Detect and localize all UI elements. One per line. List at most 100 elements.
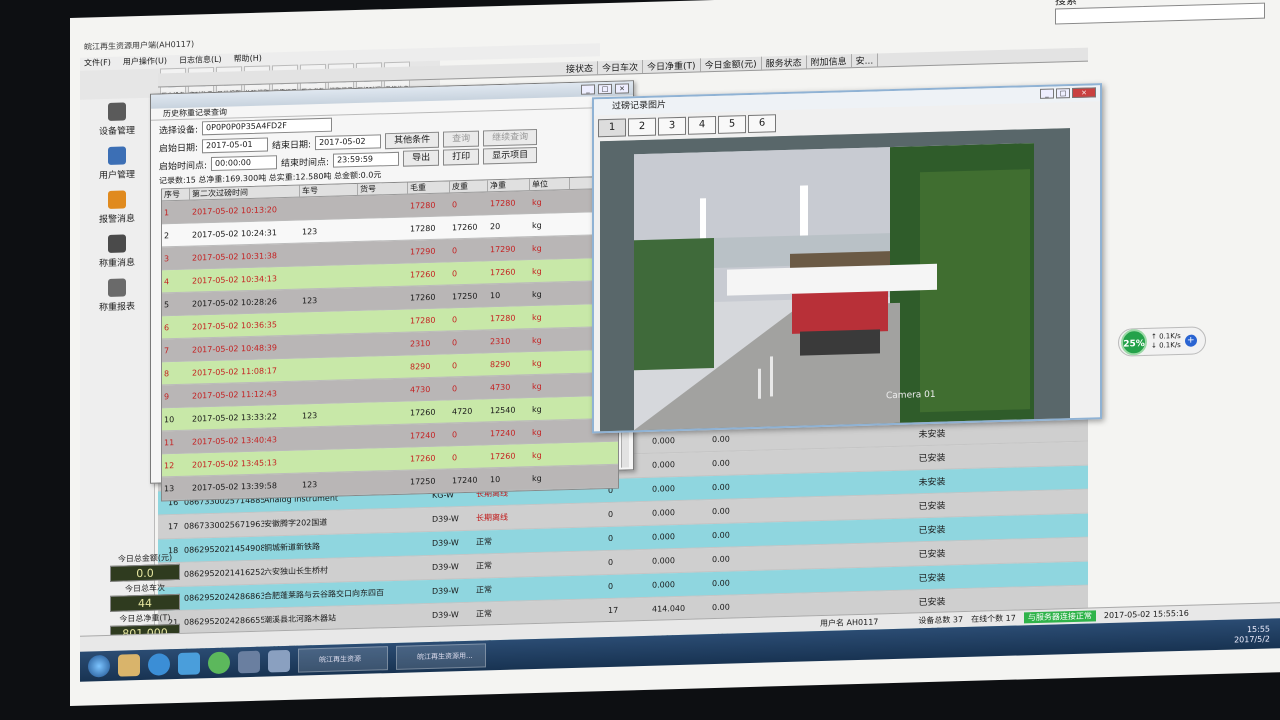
device-cell-weight: 0.000 (652, 508, 675, 518)
maximize-button[interactable]: □ (1056, 88, 1070, 99)
device-cell-weight: 0.000 (652, 580, 675, 590)
history-cell-cargo (358, 367, 408, 368)
print-button[interactable]: 打印 (443, 148, 480, 166)
history-header-7[interactable]: 单位 (530, 178, 570, 191)
app-icon[interactable] (178, 652, 200, 675)
menu-item-1[interactable]: 用户操作(U) (123, 55, 167, 69)
device-cell-model: D39-W (432, 562, 459, 572)
history-cell-unit: kg (532, 381, 542, 391)
history-header-3[interactable]: 货号 (358, 182, 408, 195)
history-cell-net: 8290 (490, 359, 511, 369)
close-button[interactable]: × (615, 83, 629, 94)
device-header-1[interactable]: 今日车次 (598, 59, 644, 75)
camera-tab-6[interactable]: 6 (748, 114, 776, 134)
device-header-4[interactable]: 服务状态 (761, 55, 807, 70)
history-cell-no: 5 (164, 299, 170, 309)
nav-label: 报警消息 (98, 214, 135, 226)
history-cell-tare: 0 (452, 452, 458, 462)
money-value: 0.0 (110, 563, 180, 582)
history-cell-net: 17260 (490, 451, 516, 461)
history-table: 序号 第二次过磅时间 车号 货号 毛重 皮重 净重 单位 1 2017-05-02 10:13:… (161, 175, 619, 502)
camera-tab-1[interactable]: 1 (598, 118, 626, 138)
device-cell-weight: 0.000 (652, 484, 675, 494)
display-items-button[interactable]: 显示项目 (483, 146, 538, 165)
start-time-label: 启始时间点: (159, 160, 208, 173)
window-icon[interactable] (268, 649, 290, 673)
media-icon[interactable] (238, 650, 260, 674)
explorer-icon[interactable] (118, 654, 140, 677)
history-cell-tare: 0 (452, 360, 458, 370)
start-time-field[interactable]: 00:00:00 (211, 155, 278, 172)
history-cell-unit: kg (532, 427, 542, 437)
nav-item-1[interactable]: 用户管理 (80, 142, 154, 188)
device-header-0[interactable]: 接状态 (562, 61, 599, 76)
device-cell-install: 已安装 (918, 597, 946, 609)
menu-item-0[interactable]: 文件(F) (84, 57, 111, 71)
device-header-2[interactable]: 今日净重(T) (643, 58, 701, 73)
nav-item-0[interactable]: 设备管理 (80, 98, 154, 144)
camera-tab-5[interactable]: 5 (718, 115, 746, 134)
history-cell-gross: 17260 (410, 269, 436, 280)
camera-label: Camera 01 (886, 389, 936, 402)
device-header-6[interactable]: 安... (851, 53, 879, 68)
history-cell-unit: kg (532, 243, 542, 253)
start-date-field[interactable]: 2017-05-01 (202, 137, 269, 154)
history-header-6[interactable]: 净重 (488, 179, 530, 192)
history-cell-time: 2017-05-02 10:48:39 (192, 342, 277, 355)
export-button[interactable]: 导出 (403, 149, 440, 167)
device-header-5[interactable]: 附加信息 (806, 54, 852, 69)
plus-icon[interactable]: + (1184, 334, 1197, 347)
history-cell-net: 10 (490, 290, 501, 300)
camera-tab-2[interactable]: 2 (628, 117, 656, 137)
history-cell-time: 2017-05-02 10:28:26 (192, 296, 277, 309)
history-header-0[interactable]: 序号 (162, 188, 190, 201)
history-cell-cargo (358, 459, 408, 460)
menu-item-3[interactable]: 帮助(H) (234, 53, 262, 67)
maximize-button[interactable]: □ (598, 83, 612, 95)
taskbar-item-app1[interactable]: 皖江再生资源 (298, 646, 388, 673)
minimize-button[interactable]: _ (581, 84, 595, 95)
end-time-label: 结束时间点: (281, 157, 330, 169)
chat-icon[interactable] (208, 651, 230, 675)
history-cell-gross: 17260 (410, 453, 436, 464)
menu-item-2[interactable]: 日志信息(L) (179, 54, 222, 68)
end-date-field[interactable]: 2017-05-02 (315, 134, 382, 151)
history-cell-tare: 17240 (452, 475, 478, 485)
camera-tab-4[interactable]: 4 (688, 115, 716, 135)
query-button[interactable]: 查询 (443, 130, 480, 148)
nav-item-3[interactable]: 称重消息 (80, 230, 154, 276)
camera-tab-3[interactable]: 3 (658, 116, 686, 136)
nav-item-2[interactable]: 报警消息 (80, 186, 154, 232)
start-button-icon[interactable] (88, 654, 110, 678)
history-cell-gross: 17290 (410, 246, 436, 257)
history-cell-no: 2 (164, 230, 170, 240)
history-cell-no: 7 (164, 345, 170, 355)
device-select[interactable]: 0P0P0P0P35A4FD2F (202, 117, 333, 136)
minimize-button[interactable]: _ (1040, 88, 1054, 99)
history-cell-net: 17240 (490, 428, 516, 438)
search-input[interactable] (1055, 2, 1265, 25)
history-cell-gross: 17240 (410, 430, 436, 441)
history-header-4[interactable]: 毛重 (408, 181, 450, 194)
close-button[interactable]: × (1072, 87, 1096, 99)
device-cell-money: 0.00 (712, 554, 730, 565)
browser-icon[interactable] (148, 653, 170, 676)
history-header-5[interactable]: 皮重 (450, 180, 488, 193)
device-header-3[interactable]: 今日金额(元) (700, 56, 762, 72)
weighing-image-window: 过磅记录图片 _ □ × 123456 Camera 01 (592, 83, 1102, 434)
network-widget[interactable]: 25% ↑ 0.1K/s ↓ 0.1K/s + (1118, 326, 1206, 357)
history-cell-time: 2017-05-02 13:39:58 (192, 480, 277, 493)
device-cell-count: 0 (608, 557, 614, 567)
device-cell-id: 0862952021416252 (184, 567, 264, 579)
history-cell-gross: 4730 (410, 384, 431, 395)
history-header-2[interactable]: 车号 (300, 183, 358, 197)
taskbar-clock[interactable]: 15:55 2017/5/2 (1234, 624, 1270, 645)
continue-query-button[interactable]: 继续查询 (483, 128, 538, 147)
history-cell-car (300, 368, 358, 370)
trips-value: 44 (110, 593, 180, 612)
device-cell-weight: 414.040 (652, 603, 686, 614)
nav-item-4[interactable]: 称重报表 (80, 274, 154, 320)
other-conditions-button[interactable]: 其他条件 (385, 131, 440, 150)
end-time-field[interactable]: 23:59:59 (333, 151, 400, 168)
taskbar-item-app2[interactable]: 皖江再生资源用... (396, 643, 486, 670)
